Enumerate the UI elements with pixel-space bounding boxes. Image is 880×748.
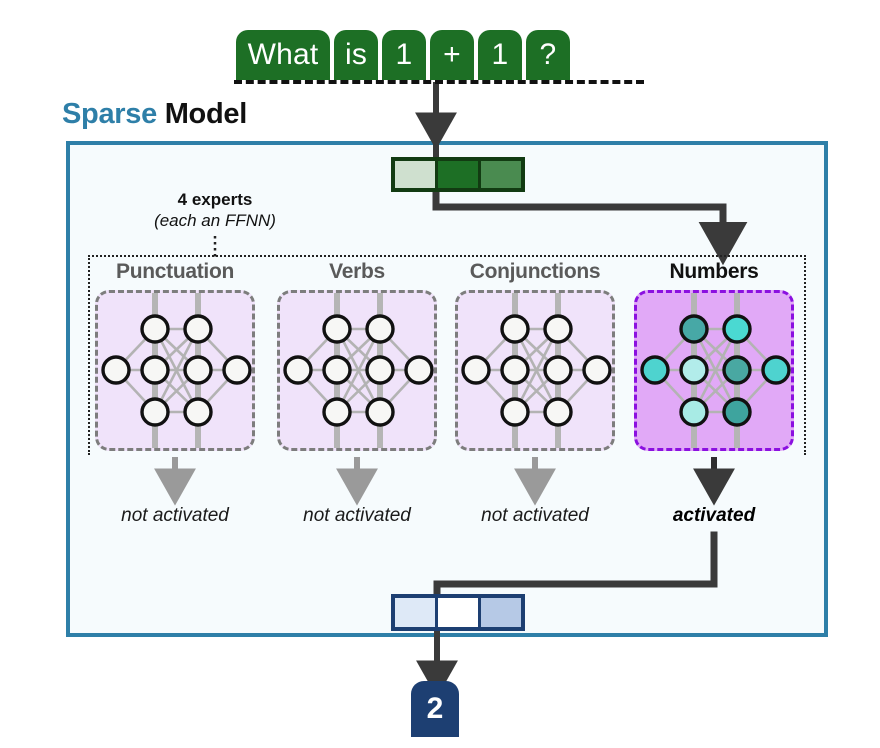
ffnn-node	[461, 355, 491, 385]
ffnn-graph	[461, 293, 612, 448]
ffnn-node	[365, 314, 395, 344]
model-title-accent: Sparse	[62, 98, 157, 130]
ffnn-node	[322, 397, 352, 427]
expert-conjunctions[interactable]: Conjunctions	[449, 258, 621, 451]
experts-annotation-line1: 4 experts	[177, 190, 253, 209]
embedding-cell	[395, 161, 435, 188]
ffnn-node	[140, 314, 170, 344]
ffnn-node	[722, 355, 752, 385]
ffnn-diagram	[277, 290, 437, 451]
ffnn-node	[679, 314, 709, 344]
ffnn-node	[761, 355, 791, 385]
input-token[interactable]: 1	[478, 30, 522, 80]
experts-annotation: 4 experts (each an FFNN)	[110, 190, 320, 231]
ffnn-node	[101, 355, 131, 385]
input-token[interactable]: is	[334, 30, 378, 80]
activation-status-conjunctions: not activated	[481, 505, 589, 526]
activation-status-punctuation: not activated	[121, 505, 229, 526]
ffnn-node	[543, 397, 573, 427]
ffnn-node	[640, 355, 670, 385]
model-title-plain: Model	[164, 98, 248, 130]
ffnn-node	[404, 355, 434, 385]
ffnn-node	[582, 355, 612, 385]
output-embedding-vector	[391, 594, 525, 631]
output-cell	[395, 598, 435, 627]
input-token[interactable]: +	[430, 30, 474, 80]
embedding-cell	[481, 161, 521, 188]
page-title: Sparse Model	[62, 98, 247, 131]
input-sequence-underline	[234, 80, 644, 84]
ffnn-node	[183, 355, 213, 385]
ffnn-node	[183, 314, 213, 344]
ffnn-diagram	[455, 290, 615, 451]
ffnn-node	[183, 397, 213, 427]
ffnn-node	[500, 314, 530, 344]
ffnn-node	[322, 314, 352, 344]
ffnn-node	[283, 355, 313, 385]
embedding-cell	[438, 161, 478, 188]
result-token[interactable]: 2	[411, 681, 459, 737]
expert-verbs[interactable]: Verbs	[271, 258, 443, 451]
ffnn-graph	[101, 293, 252, 448]
experts-annotation-line2: (each an FFNN)	[154, 210, 276, 230]
ffnn-node	[543, 314, 573, 344]
ffnn-node	[222, 355, 252, 385]
expert-label: Verbs	[329, 260, 385, 283]
output-cell	[438, 598, 478, 627]
ffnn-node	[365, 397, 395, 427]
input-embedding-vector	[391, 157, 525, 192]
ffnn-node	[500, 397, 530, 427]
expert-numbers[interactable]: Numbers	[628, 258, 800, 451]
ffnn-diagram	[634, 290, 794, 451]
expert-label: Conjunctions	[469, 260, 601, 283]
expert-label: Punctuation	[115, 260, 235, 283]
ffnn-graph	[640, 293, 791, 448]
ffnn-diagram	[95, 290, 255, 451]
ffnn-node	[722, 397, 752, 427]
output-cell	[481, 598, 521, 627]
ffnn-node	[140, 355, 170, 385]
activation-status-numbers: activated	[672, 505, 756, 526]
ffnn-node	[722, 314, 752, 344]
ffnn-node	[679, 355, 709, 385]
ffnn-node	[679, 397, 709, 427]
input-token[interactable]: ?	[526, 30, 570, 80]
ffnn-node	[543, 355, 573, 385]
activation-status-verbs: not activated	[303, 505, 411, 526]
expert-punctuation[interactable]: Punctuation	[89, 258, 261, 451]
ffnn-node	[322, 355, 352, 385]
input-token[interactable]: What	[236, 30, 330, 80]
ffnn-node	[365, 355, 395, 385]
input-token-strip: What is 1 + 1 ?	[236, 26, 570, 80]
diagram-canvas: What is 1 + 1 ? Sparse Model 4 experts (…	[0, 0, 880, 748]
ffnn-node	[500, 355, 530, 385]
ffnn-node	[140, 397, 170, 427]
expert-label: Numbers	[669, 260, 759, 283]
ffnn-graph	[283, 293, 434, 448]
input-token[interactable]: 1	[382, 30, 426, 80]
